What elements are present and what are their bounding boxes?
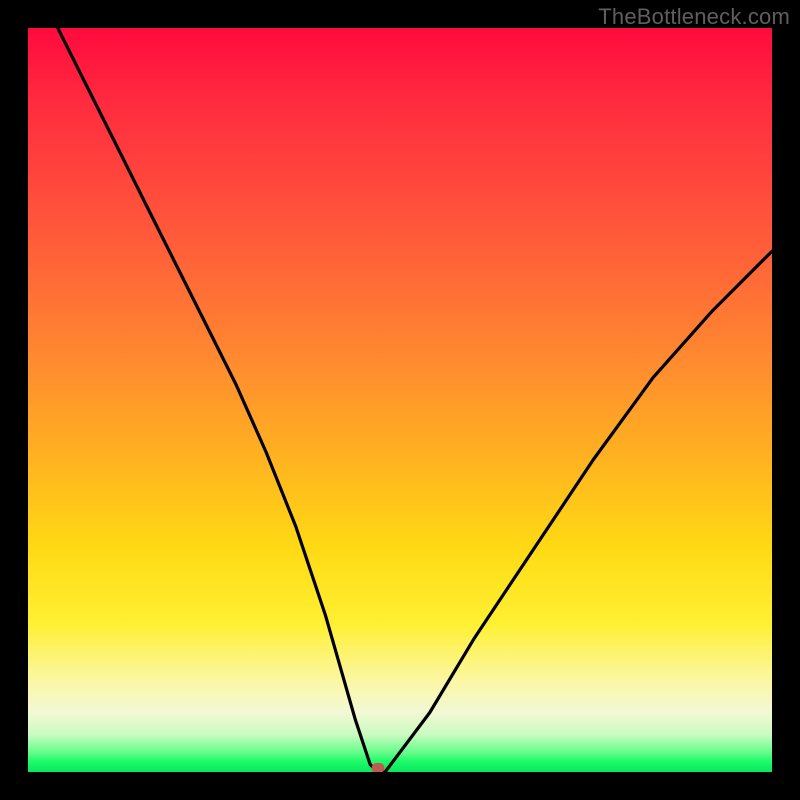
- chart-frame: TheBottleneck.com: [0, 0, 800, 800]
- plot-area: [28, 28, 772, 772]
- watermark-text: TheBottleneck.com: [598, 4, 790, 30]
- bottleneck-curve: [28, 28, 772, 772]
- optimum-marker: [371, 763, 384, 772]
